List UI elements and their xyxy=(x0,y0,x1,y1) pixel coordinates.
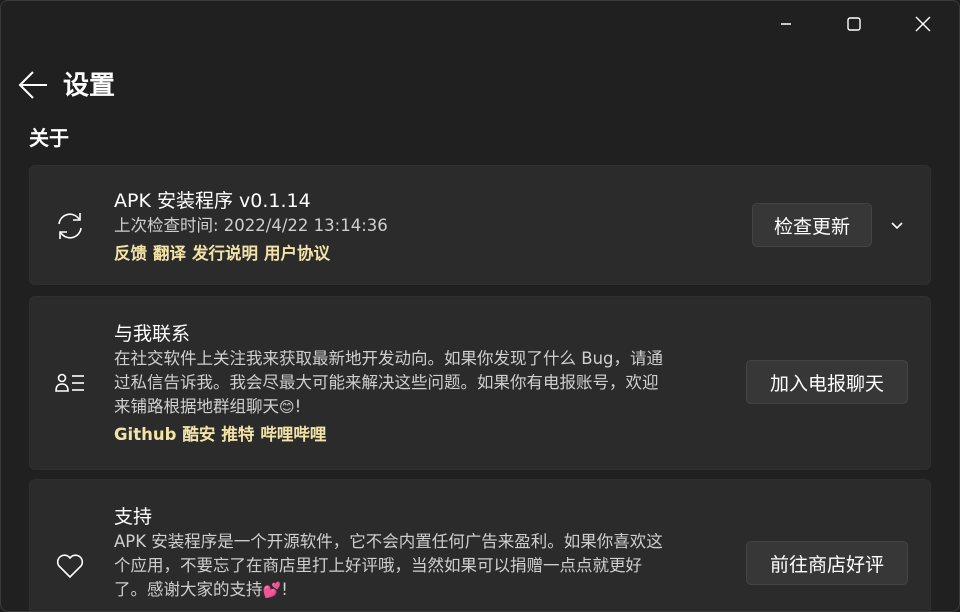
contact-desc-line: 在社交软件上关注我来获取最新地开发动向。如果你发现了什么 Bug，请通 xyxy=(114,349,663,368)
settings-window: 设置 关于 APK 安装程序 v0.1.14 上次检查时间: 2022/4/22… xyxy=(0,0,960,612)
contact-list-icon xyxy=(52,365,88,401)
support-desc-line: APK 安装程序是一个开源软件，它不会内置任何广告来盈利。如果你喜欢这 xyxy=(114,532,663,551)
contact-desc-line: 来铺路根据地群组聊天😊! xyxy=(114,397,302,416)
support-desc-line: 个应用，不要忘了在商店里打上好评哦，当然如果可以捐赠一点点就更好 xyxy=(114,556,642,575)
about-links: 反馈 翻译 发行说明 用户协议 xyxy=(114,242,634,266)
contact-title: 与我联系 xyxy=(114,323,191,345)
minimize-icon xyxy=(781,23,791,25)
contact-links: Github 酷安 推特 哔哩哔哩 xyxy=(114,423,714,447)
twitter-link[interactable]: 推特 xyxy=(221,425,254,444)
sync-icon xyxy=(52,208,88,244)
contact-desc-line: 过私信告诉我。我会尽最大可能来解决这些问题。如果你有电报账号，欢迎 xyxy=(114,373,659,392)
hearts-emoji: 💕 xyxy=(262,581,282,599)
check-update-button[interactable]: 检查更新 xyxy=(752,203,872,247)
smile-emoji: 😊 xyxy=(279,398,295,416)
about-card: APK 安装程序 v0.1.14 上次检查时间: 2022/4/22 13:14… xyxy=(29,165,931,285)
close-button[interactable] xyxy=(900,1,946,47)
support-title: 支持 xyxy=(114,506,153,528)
heart-icon xyxy=(52,548,88,584)
back-button[interactable] xyxy=(13,65,53,105)
last-check-time: 上次检查时间: 2022/4/22 13:14:36 xyxy=(114,216,388,235)
page-title: 设置 xyxy=(63,71,116,101)
release-notes-link[interactable]: 发行说明 xyxy=(192,244,258,263)
section-title: 关于 xyxy=(29,126,69,150)
support-description: APK 安装程序是一个开源软件，它不会内置任何广告来盈利。如果你喜欢这 个应用，… xyxy=(114,530,714,602)
github-link[interactable]: Github xyxy=(114,425,176,444)
app-version-title: APK 安装程序 v0.1.14 xyxy=(114,190,311,212)
support-desc-line: 了。感谢大家的支持💕! xyxy=(114,580,288,599)
chevron-down-icon xyxy=(891,222,903,230)
close-icon xyxy=(915,16,931,32)
contact-card: 与我联系 在社交软件上关注我来获取最新地开发动向。如果你发现了什么 Bug，请通… xyxy=(29,296,931,470)
support-card: 支持 APK 安装程序是一个开源软件，它不会内置任何广告来盈利。如果你喜欢这 个… xyxy=(29,479,931,611)
translate-link[interactable]: 翻译 xyxy=(153,244,186,263)
contact-description: 在社交软件上关注我来获取最新地开发动向。如果你发现了什么 Bug，请通 过私信告… xyxy=(114,347,714,419)
contact-info: 与我联系 在社交软件上关注我来获取最新地开发动向。如果你发现了什么 Bug，请通… xyxy=(114,321,714,447)
rate-in-store-button[interactable]: 前往商店好评 xyxy=(746,541,908,585)
coolapk-link[interactable]: 酷安 xyxy=(182,425,215,444)
bilibili-link[interactable]: 哔哩哔哩 xyxy=(260,425,326,444)
support-info: 支持 APK 安装程序是一个开源软件，它不会内置任何广告来盈利。如果你喜欢这 个… xyxy=(114,504,714,602)
maximize-icon xyxy=(847,17,861,31)
expand-button[interactable] xyxy=(884,213,910,239)
feedback-link[interactable]: 反馈 xyxy=(114,244,147,263)
minimize-button[interactable] xyxy=(763,1,809,47)
about-info: APK 安装程序 v0.1.14 上次检查时间: 2022/4/22 13:14… xyxy=(114,188,634,266)
maximize-button[interactable] xyxy=(831,1,877,47)
user-agreement-link[interactable]: 用户协议 xyxy=(264,244,330,263)
join-telegram-button[interactable]: 加入电报聊天 xyxy=(746,360,908,404)
back-arrow-icon xyxy=(18,71,47,99)
